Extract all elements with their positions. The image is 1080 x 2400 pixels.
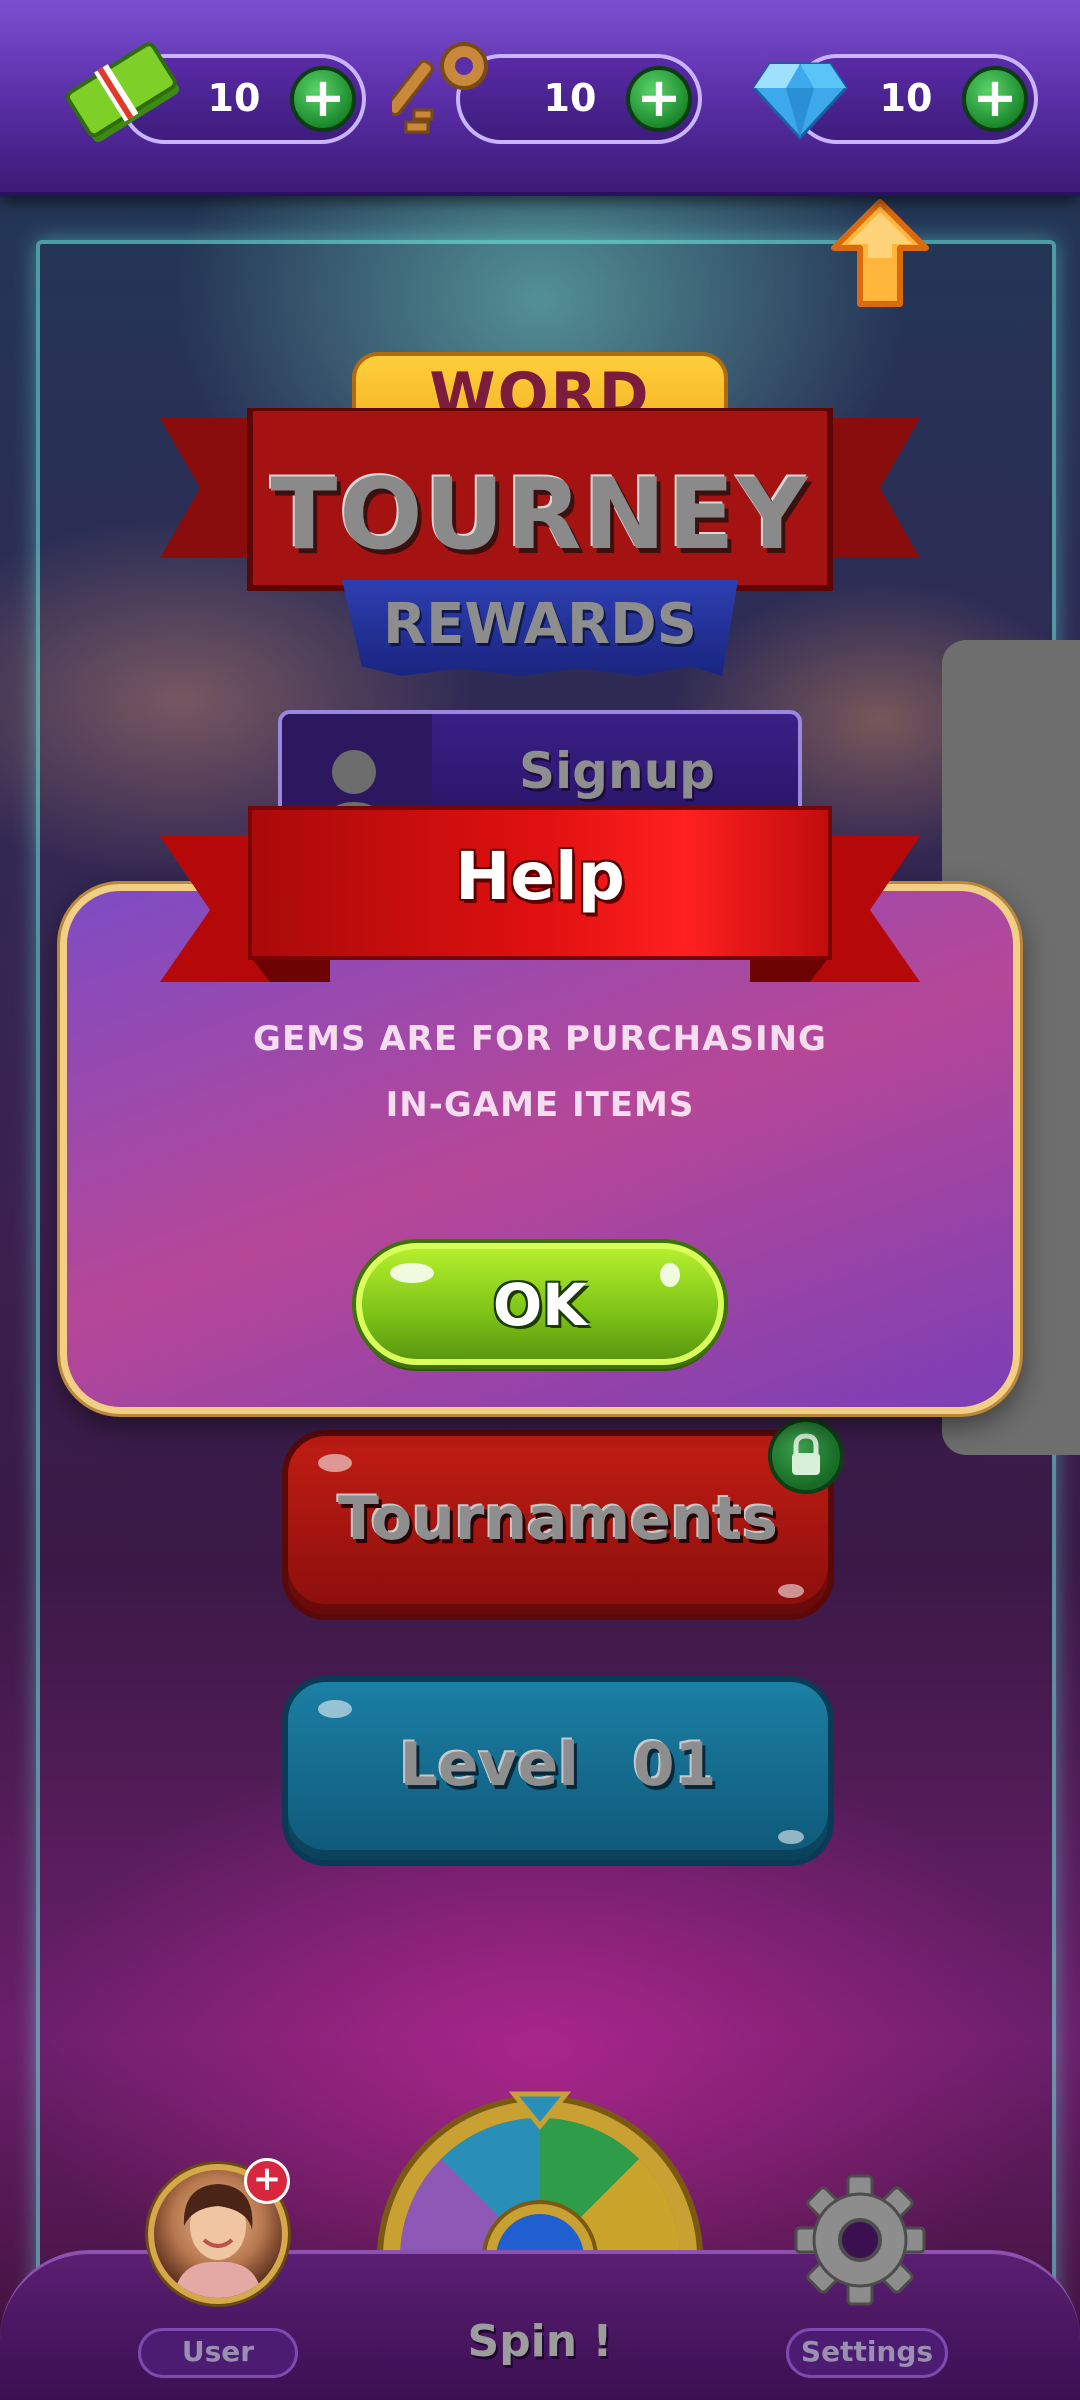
spin-label[interactable]: Spin ! xyxy=(420,2316,660,2367)
level-label: Level 01 xyxy=(288,1730,828,1800)
help-message: GEMS ARE FOR PURCHASING IN-GAME ITEMS xyxy=(110,1006,970,1138)
diamond-gem-icon xyxy=(752,62,848,141)
help-message-line1: GEMS ARE FOR PURCHASING xyxy=(253,1019,827,1059)
level-button[interactable]: Level 01 xyxy=(282,1676,834,1866)
currency-bar: 10 + 10 + 10 + xyxy=(0,0,1080,196)
gloss-highlight xyxy=(318,1700,352,1718)
signup-label: Signup xyxy=(519,742,715,800)
tournaments-button[interactable]: Tournaments xyxy=(282,1430,834,1620)
add-friend-badge[interactable]: + xyxy=(244,2158,290,2204)
ok-button[interactable]: OK xyxy=(356,1243,724,1365)
lock-icon xyxy=(768,1418,844,1494)
cash-value: 10 xyxy=(207,76,261,120)
add-cash-button[interactable]: + xyxy=(290,66,356,132)
title-tourney: TOURNEY xyxy=(270,458,810,572)
keys-value: 10 xyxy=(543,76,597,120)
gear-icon[interactable] xyxy=(792,2172,928,2308)
tournaments-label: Tournaments xyxy=(337,1484,778,1554)
settings-button[interactable]: Settings xyxy=(786,2328,948,2378)
level-text: Level xyxy=(399,1730,579,1800)
gloss-highlight xyxy=(778,1584,804,1598)
up-arrow-icon[interactable] xyxy=(830,198,930,310)
key-icon xyxy=(392,42,488,134)
add-gems-button[interactable]: + xyxy=(962,66,1028,132)
help-message-line2: IN-GAME ITEMS xyxy=(385,1085,695,1125)
cash-bundle-icon xyxy=(65,42,179,142)
ok-label: OK xyxy=(492,1271,588,1339)
help-title: Help xyxy=(455,838,625,915)
gems-value: 10 xyxy=(879,76,933,120)
add-keys-button[interactable]: + xyxy=(626,66,692,132)
user-button[interactable]: User xyxy=(138,2328,298,2378)
gloss-highlight xyxy=(778,1830,804,1844)
level-number: 01 xyxy=(632,1730,717,1800)
title-rewards: REWARDS xyxy=(383,592,697,657)
gloss-highlight xyxy=(318,1454,352,1472)
